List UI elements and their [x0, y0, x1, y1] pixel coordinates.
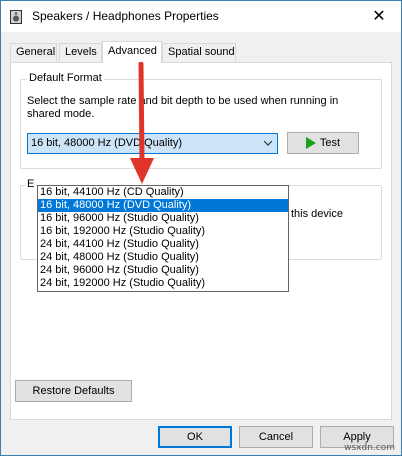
- speaker-icon: [10, 10, 22, 24]
- dialog-body: General Levels Advanced Spatial sound De…: [1, 32, 401, 455]
- properties-window: Speakers / Headphones Properties ✕ Gener…: [0, 0, 402, 456]
- play-icon: [305, 137, 316, 149]
- test-button[interactable]: Test: [287, 132, 359, 154]
- ok-button[interactable]: OK: [158, 426, 232, 448]
- dropdown-option[interactable]: 16 bit, 192000 Hz (Studio Quality): [38, 225, 288, 238]
- tab-advanced[interactable]: Advanced: [102, 41, 162, 63]
- default-format-description: Select the sample rate and bit depth to …: [27, 95, 339, 120]
- watermark: wsxdn.com: [344, 443, 395, 453]
- default-format-group: Default Format: [20, 72, 382, 169]
- dropdown-option[interactable]: 24 bit, 96000 Hz (Studio Quality): [38, 264, 288, 277]
- close-icon: ✕: [372, 8, 386, 25]
- sample-rate-dropdown-list[interactable]: 16 bit, 44100 Hz (CD Quality) 16 bit, 48…: [37, 185, 289, 292]
- dropdown-option-selected[interactable]: 16 bit, 48000 Hz (DVD Quality): [38, 199, 288, 212]
- dropdown-option[interactable]: 16 bit, 96000 Hz (Studio Quality): [38, 212, 288, 225]
- window-title: Speakers / Headphones Properties: [32, 9, 219, 23]
- dropdown-option[interactable]: 24 bit, 44100 Hz (Studio Quality): [38, 238, 288, 251]
- exclusive-mode-legend: E: [25, 178, 37, 190]
- dropdown-option[interactable]: 24 bit, 192000 Hz (Studio Quality): [38, 277, 288, 290]
- title-bar[interactable]: Speakers / Headphones Properties ✕: [1, 1, 401, 32]
- dropdown-option[interactable]: 24 bit, 48000 Hz (Studio Quality): [38, 251, 288, 264]
- tab-spatial-sound[interactable]: Spatial sound: [162, 43, 236, 62]
- default-format-legend: Default Format: [27, 72, 104, 84]
- sample-rate-combobox[interactable]: 16 bit, 48000 Hz (DVD Quality): [27, 133, 278, 154]
- cancel-button[interactable]: Cancel: [239, 426, 313, 448]
- dropdown-option[interactable]: 16 bit, 44100 Hz (CD Quality): [38, 186, 288, 199]
- chevron-down-icon: [263, 140, 273, 146]
- combobox-selected-value: 16 bit, 48000 Hz (DVD Quality): [31, 137, 183, 149]
- tab-strip: General Levels Advanced Spatial sound: [10, 41, 390, 63]
- tab-general[interactable]: General: [10, 43, 57, 62]
- restore-defaults-button[interactable]: Restore Defaults: [15, 380, 132, 402]
- close-button[interactable]: ✕: [357, 1, 401, 31]
- exclusive-checkbox-label: this device: [291, 208, 343, 220]
- tab-levels[interactable]: Levels: [59, 43, 102, 62]
